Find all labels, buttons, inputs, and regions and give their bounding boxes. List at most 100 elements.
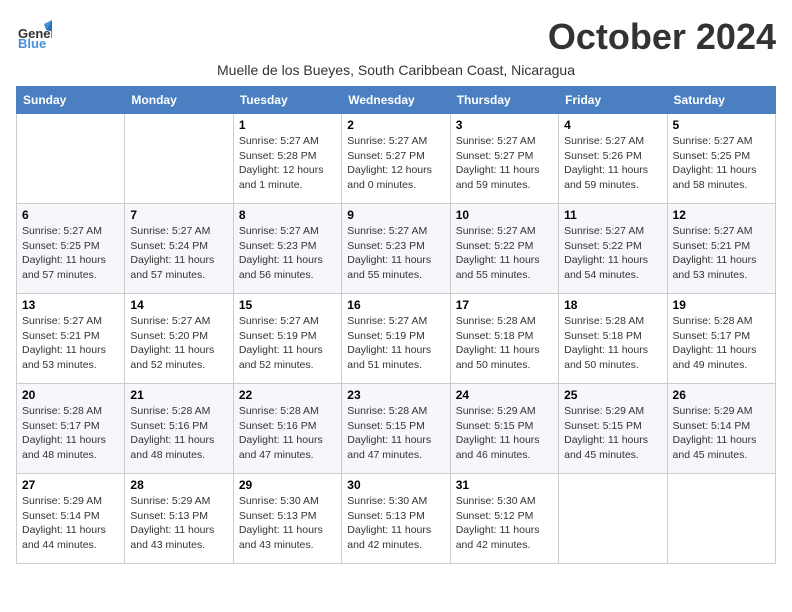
- day-number: 27: [22, 478, 119, 492]
- day-detail: Sunrise: 5:27 AMSunset: 5:21 PMDaylight:…: [673, 224, 770, 283]
- day-detail: Sunrise: 5:30 AMSunset: 5:13 PMDaylight:…: [347, 494, 444, 553]
- day-detail: Sunrise: 5:28 AMSunset: 5:18 PMDaylight:…: [456, 314, 553, 373]
- day-number: 31: [456, 478, 553, 492]
- day-detail: Sunrise: 5:30 AMSunset: 5:12 PMDaylight:…: [456, 494, 553, 553]
- day-number: 4: [564, 118, 661, 132]
- calendar-cell: 7Sunrise: 5:27 AMSunset: 5:24 PMDaylight…: [125, 204, 233, 294]
- day-number: 3: [456, 118, 553, 132]
- calendar-week-5: 27Sunrise: 5:29 AMSunset: 5:14 PMDayligh…: [17, 474, 776, 564]
- location-title: Muelle de los Bueyes, South Caribbean Co…: [16, 62, 776, 78]
- day-detail: Sunrise: 5:28 AMSunset: 5:17 PMDaylight:…: [673, 314, 770, 373]
- svg-text:Blue: Blue: [18, 36, 46, 51]
- day-number: 9: [347, 208, 444, 222]
- day-number: 16: [347, 298, 444, 312]
- day-number: 14: [130, 298, 227, 312]
- logo-icon: General Blue: [16, 16, 52, 52]
- weekday-header-sunday: Sunday: [17, 87, 125, 114]
- day-detail: Sunrise: 5:27 AMSunset: 5:25 PMDaylight:…: [22, 224, 119, 283]
- day-detail: Sunrise: 5:27 AMSunset: 5:22 PMDaylight:…: [456, 224, 553, 283]
- day-number: 28: [130, 478, 227, 492]
- weekday-header-tuesday: Tuesday: [233, 87, 341, 114]
- calendar-cell: 14 Sunrise: 5:27 AMSunset: 5:20 PMDayligh…: [125, 294, 233, 384]
- day-number: 22: [239, 388, 336, 402]
- day-detail: Sunrise: 5:28 AMSunset: 5:17 PMDaylight:…: [22, 404, 119, 463]
- day-detail: Sunrise: 5:29 AMSunset: 5:15 PMDaylight:…: [456, 404, 553, 463]
- page-header: General Blue October 2024: [16, 16, 776, 58]
- weekday-header-monday: Monday: [125, 87, 233, 114]
- calendar-cell: 20 Sunrise: 5:28 AMSunset: 5:17 PMDayligh…: [17, 384, 125, 474]
- day-number: 21: [130, 388, 227, 402]
- day-number: 6: [22, 208, 119, 222]
- calendar-cell: 6 Sunrise: 5:27 AMSunset: 5:25 PMDaylight…: [17, 204, 125, 294]
- calendar-cell: 21 Sunrise: 5:28 AMSunset: 5:16 PMDayligh…: [125, 384, 233, 474]
- day-detail: Sunrise: 5:27 AMSunset: 5:22 PMDaylight:…: [564, 224, 661, 283]
- calendar-cell: 15Sunrise: 5:27 AMSunset: 5:19 PMDayligh…: [233, 294, 341, 384]
- day-number: 24: [456, 388, 553, 402]
- day-detail: Sunrise: 5:27 AMSunset: 5:26 PMDaylight:…: [564, 134, 661, 193]
- day-number: 10: [456, 208, 553, 222]
- calendar-cell: 28 Sunrise: 5:29 AMSunset: 5:13 PMDayligh…: [125, 474, 233, 564]
- calendar-cell: 31 Sunrise: 5:30 AMSunset: 5:12 PMDayligh…: [450, 474, 558, 564]
- day-number: 19: [673, 298, 770, 312]
- day-detail: Sunrise: 5:29 AMSunset: 5:13 PMDaylight:…: [130, 494, 227, 553]
- calendar-cell: 3 Sunrise: 5:27 AMSunset: 5:27 PMDaylight…: [450, 114, 558, 204]
- day-number: 30: [347, 478, 444, 492]
- day-number: 2: [347, 118, 444, 132]
- day-detail: Sunrise: 5:28 AMSunset: 5:18 PMDaylight:…: [564, 314, 661, 373]
- day-number: 18: [564, 298, 661, 312]
- day-number: 12: [673, 208, 770, 222]
- calendar-cell: 4 Sunrise: 5:27 AMSunset: 5:26 PMDaylight…: [559, 114, 667, 204]
- day-detail: Sunrise: 5:27 AMSunset: 5:27 PMDaylight:…: [456, 134, 553, 193]
- calendar-cell: 5 Sunrise: 5:27 AMSunset: 5:25 PMDaylight…: [667, 114, 775, 204]
- day-detail: Sunrise: 5:27 AMSunset: 5:20 PMDaylight:…: [130, 314, 227, 373]
- logo: General Blue: [16, 16, 52, 52]
- weekday-header-friday: Friday: [559, 87, 667, 114]
- calendar-cell: 18 Sunrise: 5:28 AMSunset: 5:18 PMDayligh…: [559, 294, 667, 384]
- day-detail: Sunrise: 5:27 AMSunset: 5:23 PMDaylight:…: [239, 224, 336, 283]
- day-detail: Sunrise: 5:27 AMSunset: 5:25 PMDaylight:…: [673, 134, 770, 193]
- day-number: 8: [239, 208, 336, 222]
- calendar-cell: 29 Sunrise: 5:30 AMSunset: 5:13 PMDayligh…: [233, 474, 341, 564]
- day-number: 1: [239, 118, 336, 132]
- calendar-cell: [17, 114, 125, 204]
- day-number: 29: [239, 478, 336, 492]
- day-number: 20: [22, 388, 119, 402]
- calendar-week-2: 6 Sunrise: 5:27 AMSunset: 5:25 PMDaylight…: [17, 204, 776, 294]
- day-number: 7: [130, 208, 227, 222]
- calendar-cell: 11Sunrise: 5:27 AMSunset: 5:22 PMDayligh…: [559, 204, 667, 294]
- day-number: 13: [22, 298, 119, 312]
- calendar-cell: 13 Sunrise: 5:27 AMSunset: 5:21 PMDayligh…: [17, 294, 125, 384]
- calendar-cell: 23 Sunrise: 5:28 AMSunset: 5:15 PMDayligh…: [342, 384, 450, 474]
- day-detail: Sunrise: 5:27 AMSunset: 5:28 PMDaylight:…: [239, 134, 336, 193]
- calendar-cell: [667, 474, 775, 564]
- day-number: 5: [673, 118, 770, 132]
- calendar-cell: 19 Sunrise: 5:28 AMSunset: 5:17 PMDayligh…: [667, 294, 775, 384]
- day-detail: Sunrise: 5:29 AMSunset: 5:15 PMDaylight:…: [564, 404, 661, 463]
- calendar-cell: 2Sunrise: 5:27 AMSunset: 5:27 PMDaylight…: [342, 114, 450, 204]
- day-detail: Sunrise: 5:27 AMSunset: 5:23 PMDaylight:…: [347, 224, 444, 283]
- calendar-cell: 8 Sunrise: 5:27 AMSunset: 5:23 PMDaylight…: [233, 204, 341, 294]
- weekday-header-saturday: Saturday: [667, 87, 775, 114]
- day-detail: Sunrise: 5:27 AMSunset: 5:19 PMDaylight:…: [347, 314, 444, 373]
- day-number: 23: [347, 388, 444, 402]
- calendar-cell: 24 Sunrise: 5:29 AMSunset: 5:15 PMDayligh…: [450, 384, 558, 474]
- day-number: 26: [673, 388, 770, 402]
- calendar-cell: 27Sunrise: 5:29 AMSunset: 5:14 PMDayligh…: [17, 474, 125, 564]
- day-detail: Sunrise: 5:27 AMSunset: 5:21 PMDaylight:…: [22, 314, 119, 373]
- calendar-header-row: SundayMondayTuesdayWednesdayThursdayFrid…: [17, 87, 776, 114]
- day-detail: Sunrise: 5:28 AMSunset: 5:15 PMDaylight:…: [347, 404, 444, 463]
- day-number: 17: [456, 298, 553, 312]
- day-detail: Sunrise: 5:29 AMSunset: 5:14 PMDaylight:…: [673, 404, 770, 463]
- calendar-cell: 30 Sunrise: 5:30 AMSunset: 5:13 PMDayligh…: [342, 474, 450, 564]
- calendar-cell: 22Sunrise: 5:28 AMSunset: 5:16 PMDayligh…: [233, 384, 341, 474]
- calendar-cell: 1 Sunrise: 5:27 AMSunset: 5:28 PMDaylight…: [233, 114, 341, 204]
- calendar-week-3: 13 Sunrise: 5:27 AMSunset: 5:21 PMDayligh…: [17, 294, 776, 384]
- calendar-cell: 26 Sunrise: 5:29 AMSunset: 5:14 PMDayligh…: [667, 384, 775, 474]
- calendar-cell: 25Sunrise: 5:29 AMSunset: 5:15 PMDayligh…: [559, 384, 667, 474]
- calendar-cell: 10 Sunrise: 5:27 AMSunset: 5:22 PMDayligh…: [450, 204, 558, 294]
- calendar-cell: [125, 114, 233, 204]
- calendar-table: SundayMondayTuesdayWednesdayThursdayFrid…: [16, 86, 776, 564]
- day-detail: Sunrise: 5:30 AMSunset: 5:13 PMDaylight:…: [239, 494, 336, 553]
- calendar-cell: [559, 474, 667, 564]
- day-detail: Sunrise: 5:28 AMSunset: 5:16 PMDaylight:…: [130, 404, 227, 463]
